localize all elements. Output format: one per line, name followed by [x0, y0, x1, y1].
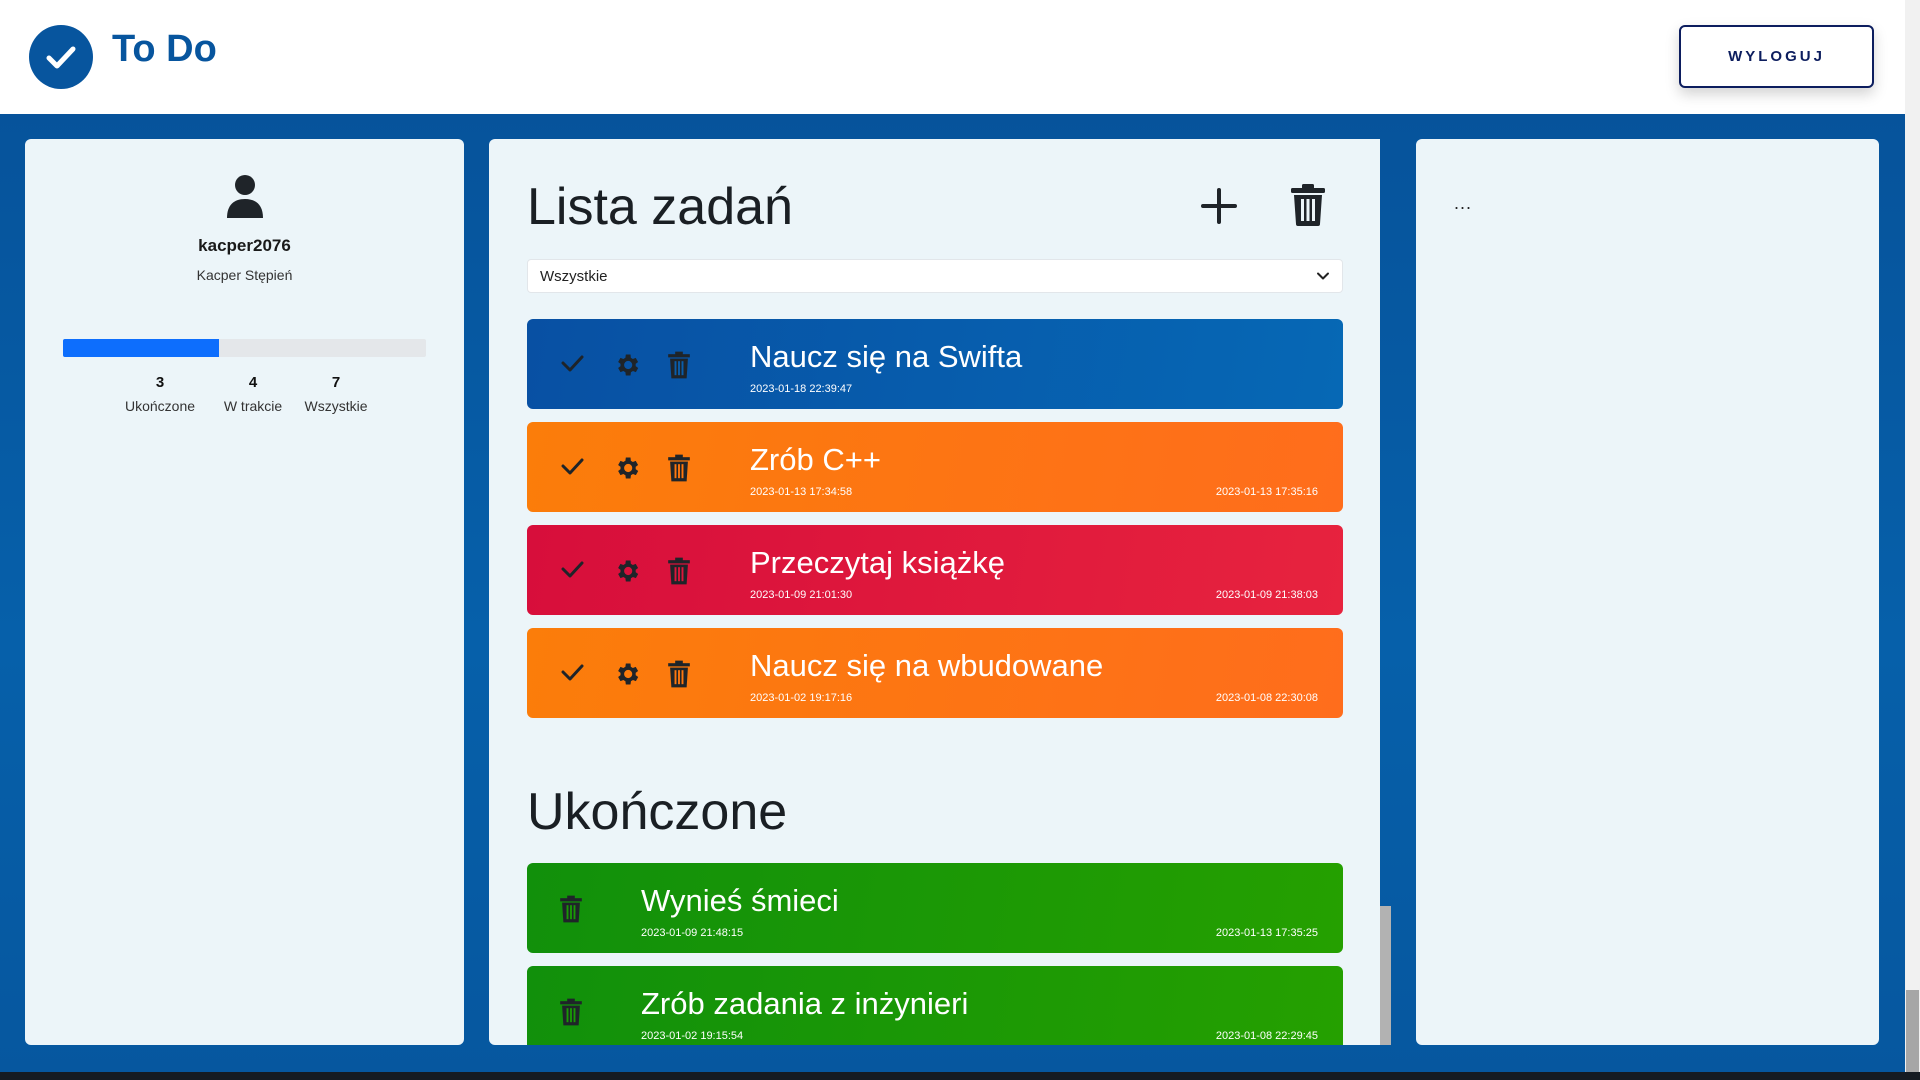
- page-scrollbar-track[interactable]: [1905, 0, 1920, 1072]
- gear-icon: [618, 560, 639, 582]
- progress-fill: [63, 339, 220, 357]
- stat-in-progress: 4 W trakcie: [213, 374, 293, 414]
- check-icon: [561, 664, 584, 681]
- task-created: 2023-01-02 19:17:16: [750, 692, 853, 704]
- task-title: Naucz się na Swifta: [750, 339, 1023, 374]
- filter-value: Wszystkie: [540, 267, 608, 285]
- task-deadline: 2023-01-13 17:35:16: [1215, 486, 1318, 498]
- delete-all-button[interactable]: [1290, 183, 1326, 227]
- delete-task-button[interactable]: [559, 895, 583, 928]
- task-completed-at: 2023-01-13 17:35:25: [1215, 927, 1318, 939]
- task-title: Zrób C++: [750, 442, 881, 477]
- gear-icon: [618, 457, 639, 479]
- edit-task-button[interactable]: [613, 660, 641, 693]
- complete-task-button[interactable]: [560, 454, 584, 483]
- stat-label: Ukończone: [124, 398, 196, 414]
- full-name: Kacper Stępień: [196, 267, 293, 283]
- detail-placeholder: ...: [1454, 193, 1473, 213]
- delete-task-button[interactable]: [667, 557, 691, 590]
- trash-icon: [668, 660, 690, 688]
- gear-icon: [618, 354, 639, 376]
- username: kacper2076: [198, 236, 291, 255]
- stat-label: W trakcie: [223, 398, 283, 414]
- task-detail-panel: ...: [1416, 139, 1879, 1045]
- completed-task-card[interactable]: Zrób zadania z inżynieri 2023-01-02 19:1…: [527, 966, 1343, 1045]
- trash-icon: [668, 557, 690, 585]
- filter-select[interactable]: Wszystkie: [527, 259, 1343, 293]
- task-created: 2023-01-18 22:39:47: [750, 383, 853, 395]
- stat-value: 7: [331, 374, 341, 391]
- trash-icon: [560, 895, 582, 923]
- task-title: Zrób zadania z inżynieri: [641, 986, 969, 1021]
- complete-task-button[interactable]: [560, 351, 584, 380]
- task-list-title: Lista zadań: [527, 178, 793, 236]
- check-circle-icon: [29, 25, 93, 89]
- stat-completed: 3 Ukończone: [110, 374, 210, 414]
- task-card[interactable]: Naucz się na Swifta 2023-01-18 22:39:47: [527, 319, 1343, 409]
- trash-icon: [668, 454, 690, 482]
- check-icon: [561, 458, 584, 475]
- completed-task-card[interactable]: Wynieś śmieci 2023-01-09 21:48:15 2023-0…: [527, 863, 1343, 953]
- delete-task-button[interactable]: [667, 660, 691, 693]
- complete-task-button[interactable]: [560, 557, 584, 586]
- edit-task-button[interactable]: [613, 351, 641, 384]
- logout-button[interactable]: WYLOGUJ: [1679, 25, 1874, 88]
- plus-icon: [1201, 188, 1237, 224]
- edit-task-button[interactable]: [613, 557, 641, 590]
- stat-value: 4: [248, 374, 258, 391]
- task-list-panel: Lista zadań Wszystkie Naucz się na Swift…: [489, 139, 1380, 1045]
- delete-task-button[interactable]: [559, 998, 583, 1031]
- task-list-scrollbar-thumb[interactable]: [1380, 906, 1391, 1045]
- bottom-bar: [0, 1072, 1920, 1080]
- task-deadline: 2023-01-09 21:38:03: [1215, 589, 1318, 601]
- task-created: 2023-01-09 21:01:30: [750, 589, 853, 601]
- chevron-down-icon: [1317, 272, 1329, 280]
- check-icon: [561, 355, 584, 372]
- task-deadline: 2023-01-08 22:30:08: [1215, 692, 1318, 704]
- check-icon: [561, 561, 584, 578]
- task-title: Naucz się na wbudowane: [750, 648, 1104, 683]
- edit-task-button[interactable]: [613, 454, 641, 487]
- task-title: Wynieś śmieci: [641, 883, 839, 918]
- task-created: 2023-01-13 17:34:58: [750, 486, 853, 498]
- task-card[interactable]: Przeczytaj książkę 2023-01-09 21:01:30 2…: [527, 525, 1343, 615]
- user-icon: [226, 174, 264, 223]
- stat-all: 7 Wszystkie: [291, 374, 381, 414]
- delete-task-button[interactable]: [667, 454, 691, 487]
- add-task-button[interactable]: [1199, 186, 1239, 226]
- delete-task-button[interactable]: [667, 351, 691, 384]
- page-scrollbar-thumb[interactable]: [1906, 990, 1919, 1072]
- completed-section-title: Ukończone: [527, 783, 788, 841]
- stat-label: Wszystkie: [304, 398, 368, 414]
- task-created: 2023-01-02 19:15:54: [641, 1030, 744, 1042]
- gear-icon: [618, 663, 639, 685]
- task-card[interactable]: Naucz się na wbudowane 2023-01-02 19:17:…: [527, 628, 1343, 718]
- task-card[interactable]: Zrób C++ 2023-01-13 17:34:58 2023-01-13 …: [527, 422, 1343, 512]
- header: To Do WYLOGUJ: [0, 0, 1920, 114]
- trash-icon: [668, 351, 690, 379]
- progress-bar: [63, 339, 426, 357]
- task-created: 2023-01-09 21:48:15: [641, 927, 744, 939]
- trash-icon: [1291, 184, 1325, 226]
- stat-value: 3: [155, 374, 165, 391]
- app-title: To Do: [112, 28, 217, 70]
- complete-task-button[interactable]: [560, 660, 584, 689]
- task-title: Przeczytaj książkę: [750, 545, 1005, 580]
- trash-icon: [560, 998, 582, 1026]
- task-completed-at: 2023-01-08 22:29:45: [1215, 1030, 1318, 1042]
- profile-panel: kacper2076 Kacper Stępień 3 Ukończone 4 …: [25, 139, 464, 1045]
